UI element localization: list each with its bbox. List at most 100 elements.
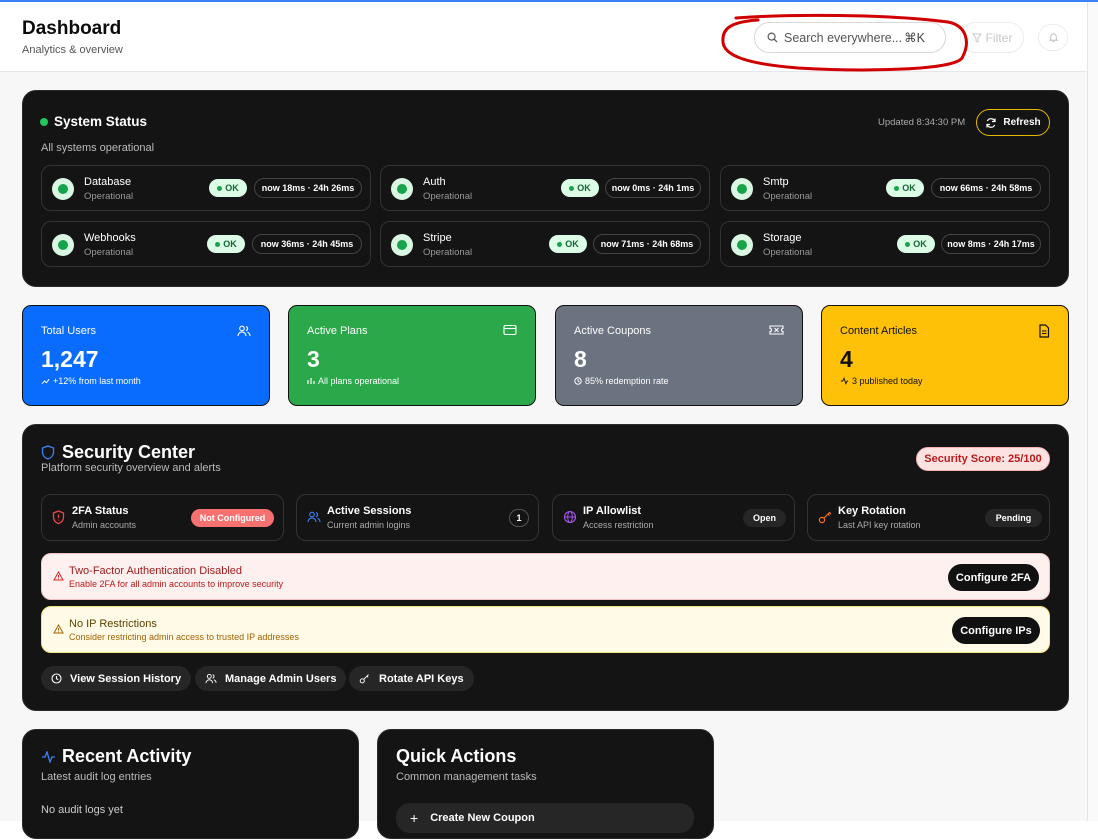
- status-badge: Not Configured: [191, 509, 274, 527]
- service-name: Database: [84, 176, 132, 188]
- create-new-coupon-button[interactable]: + Create New Coupon: [396, 803, 694, 833]
- tile-title: 2FA Status: [72, 505, 129, 517]
- clock-icon: [574, 377, 582, 385]
- tile-subtitle: Last API key rotation: [838, 520, 921, 530]
- ok-badge: OK: [207, 235, 245, 253]
- service-card-smtp: Smtp Operational OK now 66ms · 24h 58ms: [720, 165, 1050, 211]
- ok-dot-icon: [905, 241, 911, 247]
- status-indicator-icon: [52, 234, 74, 256]
- tile-ip-allowlist[interactable]: IP Allowlist Access restriction Open: [552, 494, 795, 541]
- status-indicator-icon: [391, 178, 413, 200]
- alert-subtitle: Enable 2FA for all admin accounts to imp…: [69, 579, 284, 589]
- service-name: Stripe: [423, 232, 452, 244]
- ok-badge: OK: [897, 235, 935, 253]
- recent-activity-subtitle: Latest audit log entries: [41, 771, 152, 783]
- empty-state-text: No audit logs yet: [41, 804, 123, 816]
- refresh-label: Refresh: [1003, 117, 1041, 128]
- stat-footer: 3 published today: [840, 376, 923, 386]
- configure-ips-button[interactable]: Configure IPs: [952, 617, 1040, 644]
- filter-label: Filter: [985, 30, 1013, 45]
- status-indicator-icon: [731, 178, 753, 200]
- key-icon: [359, 674, 369, 684]
- search-icon: [767, 32, 778, 43]
- stat-label: Content Articles: [840, 325, 918, 337]
- tile-2fa-status[interactable]: 2FA Status Admin accounts Not Configured: [41, 494, 284, 541]
- stat-value: 4: [840, 346, 853, 372]
- ok-dot-icon: [569, 185, 575, 191]
- ok-badge: OK: [209, 179, 247, 197]
- page-title: Dashboard: [22, 18, 122, 39]
- alert-title: No IP Restrictions: [69, 618, 157, 630]
- stat-card-active-coupons[interactable]: Active Coupons 8 85% redemption rate: [555, 305, 803, 406]
- stat-card-active-plans[interactable]: Active Plans 3 All plans operational: [288, 305, 536, 406]
- service-card-stripe: Stripe Operational OK now 71ms · 24h 68m…: [380, 221, 710, 267]
- users-icon: [205, 673, 217, 684]
- tile-title: Active Sessions: [327, 505, 412, 517]
- tile-title: IP Allowlist: [583, 505, 642, 517]
- warning-icon: [53, 571, 64, 581]
- manage-admin-users-button[interactable]: Manage Admin Users: [195, 666, 347, 691]
- create-new-coupon-label: Create New Coupon: [430, 812, 535, 824]
- system-status-subtitle: All systems operational: [41, 142, 155, 154]
- scrollbar[interactable]: [1087, 2, 1098, 821]
- tile-key-rotation[interactable]: Key Rotation Last API key rotation Pendi…: [807, 494, 1050, 541]
- service-name: Storage: [763, 232, 802, 244]
- stat-footer: +12% from last month: [41, 376, 141, 386]
- status-indicator-icon: [731, 234, 753, 256]
- ticket-icon: [769, 325, 784, 335]
- alert-subtitle: Consider restricting admin access to tru…: [69, 632, 299, 642]
- stat-footer: 85% redemption rate: [574, 376, 669, 386]
- ok-badge: OK: [886, 179, 924, 197]
- tile-subtitle: Access restriction: [583, 520, 654, 530]
- latency-badge: now 71ms · 24h 68ms: [593, 234, 701, 254]
- tile-active-sessions[interactable]: Active Sessions Current admin logins 1: [296, 494, 539, 541]
- page-subtitle: Analytics & overview: [22, 44, 123, 56]
- recent-activity-title: Recent Activity: [62, 746, 192, 766]
- ok-badge: OK: [549, 235, 587, 253]
- stat-card-content-articles[interactable]: Content Articles 4 3 published today: [821, 305, 1069, 406]
- stat-label: Active Coupons: [574, 325, 652, 337]
- quick-actions-title: Quick Actions: [396, 746, 517, 766]
- ok-dot-icon: [894, 185, 900, 191]
- security-title: Security Center: [62, 442, 196, 462]
- rotate-api-keys-button[interactable]: Rotate API Keys: [349, 666, 474, 691]
- refresh-button[interactable]: Refresh: [976, 109, 1050, 136]
- quick-actions-subtitle: Common management tasks: [396, 771, 537, 783]
- stat-value: 1,247: [41, 346, 99, 372]
- stat-label: Active Plans: [307, 325, 368, 337]
- latency-badge: now 66ms · 24h 58ms: [931, 178, 1041, 198]
- latency-badge: now 8ms · 24h 17ms: [941, 234, 1041, 254]
- alert-title: Two-Factor Authentication Disabled: [69, 565, 243, 577]
- security-score-badge: Security Score: 25/100: [916, 447, 1050, 471]
- count-badge: 1: [509, 509, 529, 527]
- bar-chart-icon: [307, 378, 315, 384]
- service-name: Webhooks: [84, 232, 136, 244]
- filter-button[interactable]: Filter: [960, 22, 1024, 53]
- tile-subtitle: Admin accounts: [72, 520, 137, 530]
- stat-card-total-users[interactable]: Total Users 1,247 +12% from last month: [22, 305, 270, 406]
- tile-title: Key Rotation: [838, 505, 906, 517]
- service-card-auth: Auth Operational OK now 0ms · 24h 1ms: [380, 165, 710, 211]
- configure-2fa-button[interactable]: Configure 2FA: [948, 564, 1039, 591]
- stat-label: Total Users: [41, 325, 97, 337]
- ok-dot-icon: [557, 241, 563, 247]
- notifications-button[interactable]: [1038, 24, 1068, 51]
- search-input[interactable]: Search everywhere... ⌘K: [754, 22, 946, 53]
- service-status: Operational: [763, 247, 813, 258]
- stat-footer: All plans operational: [307, 376, 399, 386]
- ok-dot-icon: [215, 241, 221, 247]
- shield-alert-icon: [52, 510, 65, 525]
- warning-icon: [53, 624, 64, 634]
- system-status-title-row: System Status: [40, 114, 147, 129]
- security-subtitle: Platform security overview and alerts: [41, 462, 221, 474]
- view-session-history-button[interactable]: View Session History: [41, 666, 192, 691]
- security-title-row: Security Center: [41, 442, 195, 463]
- plus-icon: +: [410, 810, 419, 826]
- latency-badge: now 36ms · 24h 45ms: [252, 234, 362, 254]
- status-badge: Pending: [985, 509, 1042, 527]
- clock-icon: [51, 673, 62, 684]
- tile-subtitle: Current admin logins: [327, 520, 411, 530]
- service-status: Operational: [763, 191, 813, 202]
- key-icon: [818, 511, 832, 524]
- recent-activity-title-row: Recent Activity: [41, 746, 191, 767]
